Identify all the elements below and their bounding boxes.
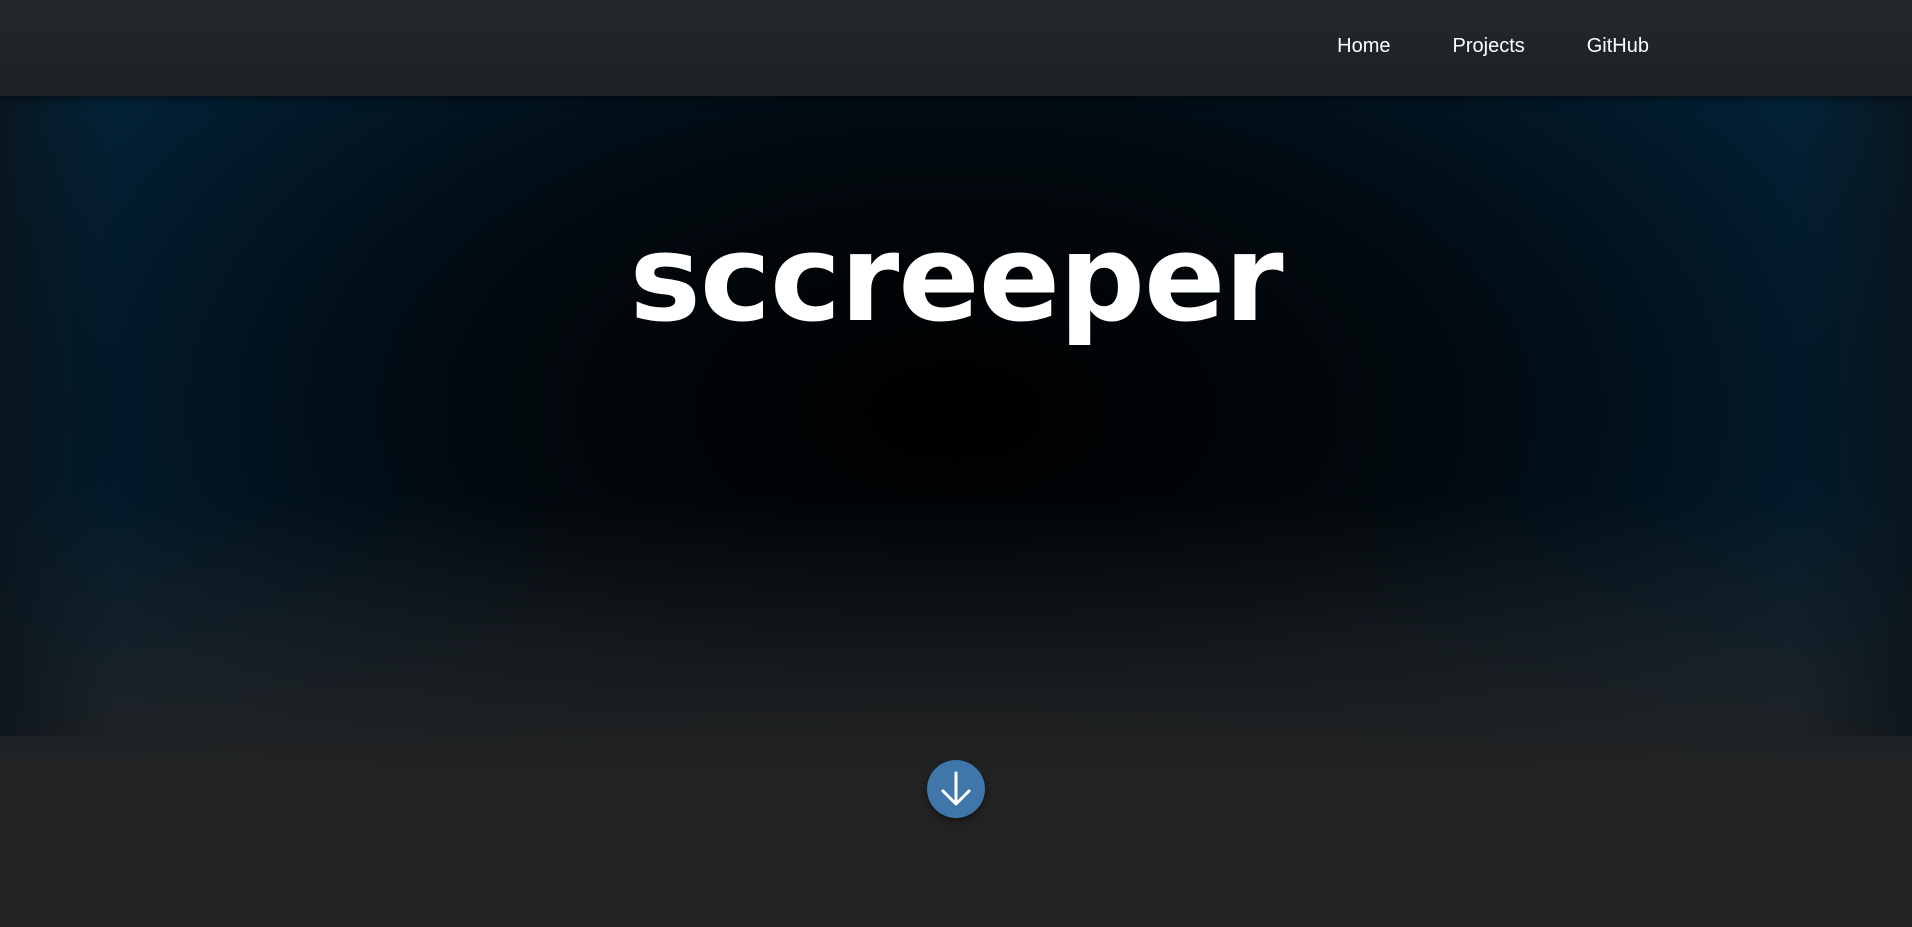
top-navbar: Home Projects GitHub xyxy=(0,0,1912,96)
hero-title: sccreeper xyxy=(629,210,1283,349)
scroll-down-button[interactable] xyxy=(927,760,985,818)
nav-menu: Home Projects GitHub xyxy=(1337,0,1649,92)
nav-link-home[interactable]: Home xyxy=(1337,35,1390,58)
hero-shade-left xyxy=(0,96,120,736)
nav-link-github[interactable]: GitHub xyxy=(1587,35,1649,58)
hero-shade-right xyxy=(1792,96,1912,736)
page: Home Projects GitHub sccreeper xyxy=(0,0,1912,927)
arrow-down-icon xyxy=(941,771,971,806)
nav-link-projects[interactable]: Projects xyxy=(1453,35,1525,58)
